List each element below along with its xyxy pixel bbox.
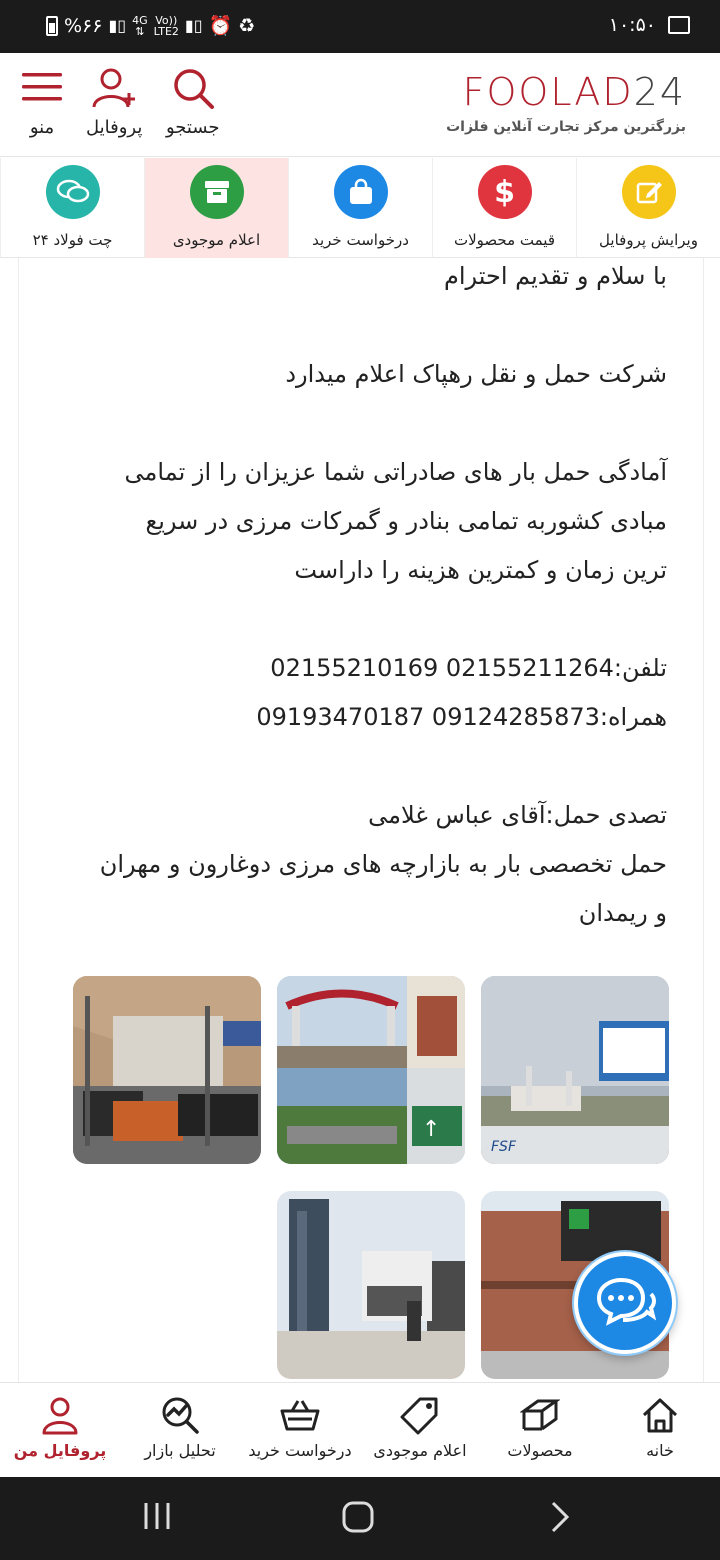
cat-label: ویرایش پروفایل bbox=[599, 231, 698, 249]
cat-label: اعلام موجودی bbox=[172, 231, 261, 249]
recents-icon bbox=[144, 1503, 170, 1529]
menu-button[interactable]: منو bbox=[20, 67, 64, 138]
body-line: مبادی کشوربه تمامی بنادر و گمرکات مرزی د… bbox=[145, 507, 667, 535]
nav-inventory[interactable]: اعلام موجودی bbox=[360, 1383, 480, 1477]
system-nav-bar bbox=[0, 1477, 720, 1560]
photo-trucks-mountain[interactable] bbox=[73, 976, 261, 1164]
search-icon bbox=[174, 69, 214, 109]
back-button[interactable] bbox=[545, 1499, 575, 1539]
body-line: آمادگی حمل بار های صادراتی شما عزیزان را… bbox=[124, 458, 667, 486]
profile-label: پروفایل bbox=[86, 117, 143, 138]
hamburger-icon bbox=[22, 73, 62, 101]
cat-edit-profile[interactable]: ویرایش پروفایل bbox=[576, 158, 720, 258]
announcement: شرکت حمل و نقل رهپاک اعلام میدارد bbox=[285, 360, 667, 388]
status-right: ۱۰:۵۰ bbox=[609, 14, 690, 36]
nav-label: اعلام موجودی bbox=[373, 1441, 467, 1460]
bottom-nav: خانه محصولات اعلام موجودی درخواست خرید ت… bbox=[0, 1382, 720, 1477]
cat-label: قیمت محصولات bbox=[453, 231, 555, 249]
signal-icon: ▮▯ bbox=[108, 16, 127, 35]
home-icon bbox=[642, 1398, 678, 1433]
image-icon bbox=[668, 16, 690, 34]
status-bar: %۶۶ ▮▯ 4G ⇅ Vo)) LTE2 ▮▯ ⏰ ♻ ۱۰:۵۰ bbox=[0, 0, 720, 53]
battery-icon bbox=[46, 15, 58, 36]
menu-label: منو bbox=[29, 117, 55, 138]
profile-button[interactable]: پروفایل bbox=[86, 67, 142, 138]
chevron-right-icon bbox=[551, 1501, 570, 1533]
signal2-icon: ▮▯ bbox=[184, 16, 203, 35]
nav-my-profile[interactable]: پروفایل من bbox=[0, 1383, 120, 1477]
products-icon bbox=[520, 1399, 560, 1431]
chat-fab[interactable] bbox=[574, 1252, 676, 1354]
category-bar: ویرایش پروفایل $ قیمت محصولات درخواست خر… bbox=[0, 158, 720, 258]
analysis-icon bbox=[162, 1397, 199, 1434]
nav-label: پروفایل من bbox=[13, 1441, 107, 1460]
photo-rimdan-sign[interactable]: FSF bbox=[481, 976, 669, 1164]
alarm-icon: ⏰ bbox=[208, 15, 233, 37]
search-label: جستجو bbox=[166, 117, 220, 138]
nav-purchase-request[interactable]: درخواست خرید bbox=[240, 1383, 360, 1477]
battery-level: %۶۶ bbox=[64, 14, 103, 37]
home-circle-icon bbox=[342, 1501, 374, 1533]
chat-bubbles-icon bbox=[596, 1277, 657, 1326]
photo-truck-gate[interactable] bbox=[277, 1191, 465, 1379]
special-line: و ریمدان bbox=[578, 899, 667, 927]
nav-products[interactable]: محصولات bbox=[480, 1383, 600, 1477]
dollar-icon: $ bbox=[477, 165, 532, 219]
cat-product-prices[interactable]: $ قیمت محصولات bbox=[432, 158, 576, 258]
special-line: حمل تخصصی بار به بازارچه های مرزی دوغارو… bbox=[99, 850, 667, 878]
mobile-numbers: همراه:09124285873 09193470187 bbox=[256, 703, 667, 731]
home-system-button[interactable] bbox=[340, 1499, 376, 1539]
search-button[interactable]: جستجو bbox=[166, 67, 220, 138]
cat-label: درخواست خرید bbox=[312, 231, 409, 249]
logo[interactable]: FOOLAD24 بزرگترین مرکز تجارت آنلاین فلزا… bbox=[446, 71, 686, 135]
network-lte: Vo)) LTE2 bbox=[153, 13, 179, 38]
nav-label: درخواست خرید bbox=[248, 1441, 352, 1460]
recycle-icon: ♻ bbox=[238, 14, 256, 37]
photo-border-collage[interactable]: ↑ bbox=[277, 976, 465, 1164]
app-header: FOOLAD24 بزرگترین مرکز تجارت آنلاین فلزا… bbox=[0, 53, 720, 157]
nav-label: خانه bbox=[646, 1441, 674, 1460]
nav-label: تحلیل بازار bbox=[144, 1441, 216, 1460]
tag-icon bbox=[400, 1397, 438, 1435]
cat-purchase-request[interactable]: درخواست خرید bbox=[288, 158, 432, 258]
cat-label: چت فولاد ۲۴ bbox=[32, 231, 113, 249]
archive-box-icon bbox=[189, 165, 244, 219]
svg-text:FSF: FSF bbox=[491, 1139, 517, 1155]
add-user-icon bbox=[92, 68, 136, 108]
edit-icon bbox=[621, 165, 676, 219]
transport-manager: تصدی حمل:آقای عباس غلامی bbox=[368, 801, 667, 829]
cat-chat[interactable]: چت فولاد ۲۴ bbox=[0, 158, 144, 258]
user-icon bbox=[42, 1397, 78, 1435]
article-text: با سلام و تقدیم احترام شرکت حمل و نقل ره… bbox=[19, 258, 703, 938]
greeting: با سلام و تقدیم احترام bbox=[444, 262, 667, 290]
cat-inventory[interactable]: اعلام موجودی bbox=[144, 158, 288, 258]
nav-market-analysis[interactable]: تحلیل بازار bbox=[120, 1383, 240, 1477]
basket-icon bbox=[280, 1400, 320, 1431]
network-4g: 4G ⇅ bbox=[132, 13, 148, 38]
nav-home[interactable]: خانه bbox=[600, 1383, 720, 1477]
shopping-bag-icon bbox=[333, 165, 388, 219]
body-line: ترین زمان و کمترین هزینه را داراست bbox=[294, 556, 667, 584]
time: ۱۰:۵۰ bbox=[608, 14, 656, 36]
recents-button[interactable] bbox=[140, 1499, 174, 1537]
chat-bubbles-icon bbox=[45, 165, 100, 219]
status-left: %۶۶ ▮▯ 4G ⇅ Vo)) LTE2 ▮▯ ⏰ ♻ bbox=[46, 14, 255, 37]
article-content: با سلام و تقدیم احترام شرکت حمل و نقل ره… bbox=[18, 258, 704, 1382]
nav-label: محصولات bbox=[507, 1441, 573, 1460]
logo-wordmark: FOOLAD24 bbox=[462, 70, 686, 114]
phone-numbers: تلفن:02155211264 02155210169 bbox=[270, 654, 667, 682]
logo-tagline: بزرگترین مرکز تجارت آنلاین فلزات bbox=[446, 119, 686, 135]
svg-text:↑: ↑ bbox=[422, 1117, 440, 1142]
